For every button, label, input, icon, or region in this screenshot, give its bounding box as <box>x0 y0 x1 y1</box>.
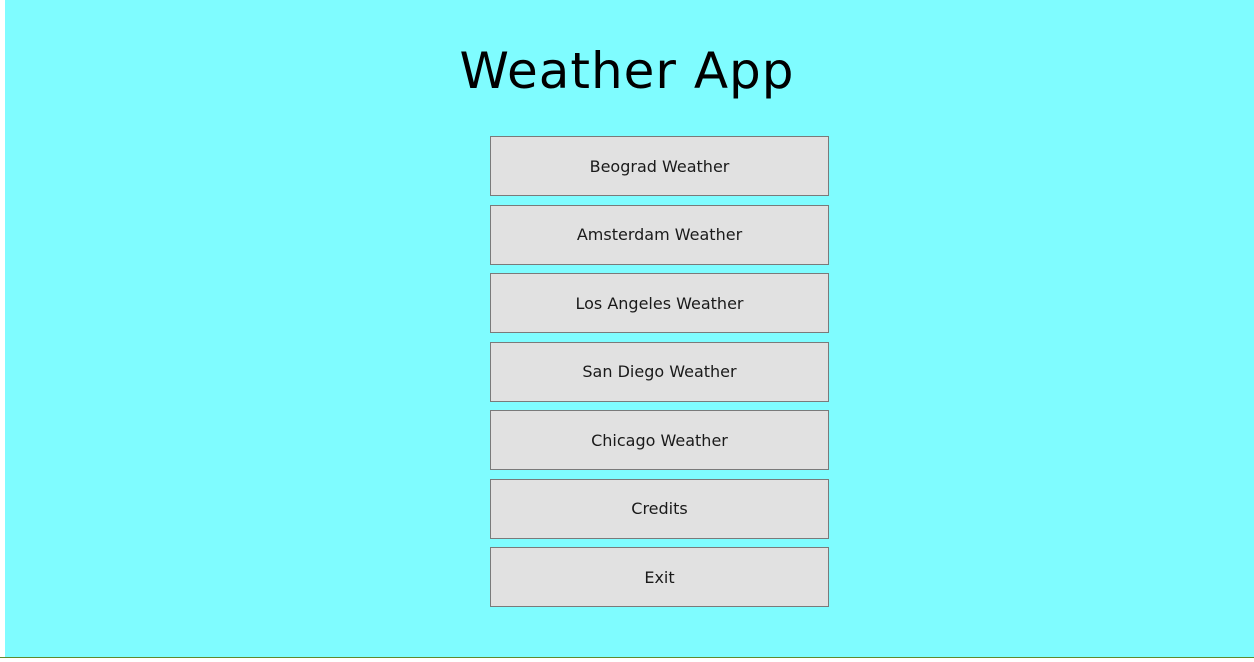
chicago-weather-button[interactable]: Chicago Weather <box>490 410 829 470</box>
app-window: Weather App Beograd Weather Amsterdam We… <box>0 0 1254 662</box>
amsterdam-weather-button[interactable]: Amsterdam Weather <box>490 204 829 265</box>
credits-button[interactable]: Credits <box>490 478 829 539</box>
san-diego-weather-button[interactable]: San Diego Weather <box>490 341 829 402</box>
window-bottom-edge <box>0 657 1254 662</box>
beograd-weather-button[interactable]: Beograd Weather <box>490 136 829 196</box>
page-title: Weather App <box>459 42 795 100</box>
los-angeles-weather-button[interactable]: Los Angeles Weather <box>490 273 829 333</box>
exit-button[interactable]: Exit <box>490 547 829 607</box>
city-menu: Beograd Weather Amsterdam Weather Los An… <box>490 136 829 616</box>
